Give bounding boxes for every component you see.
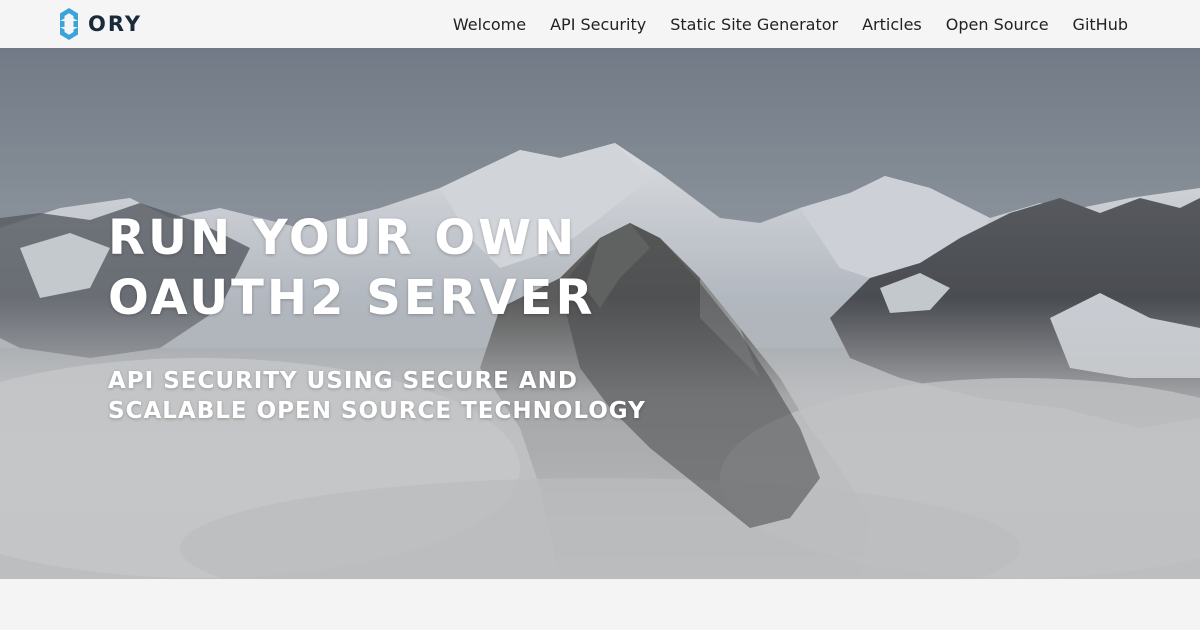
nav-link-articles[interactable]: Articles [862, 15, 922, 34]
top-navbar: ORY Welcome API Security Static Site Gen… [0, 0, 1200, 48]
hero-content: RUN YOUR OWN OAUTH2 SERVER API SECURITY … [108, 208, 646, 426]
hero-title-line-2: OAUTH2 SERVER [108, 270, 596, 326]
hero-banner: RUN YOUR OWN OAUTH2 SERVER API SECURITY … [0, 48, 1200, 579]
main-nav: Welcome API Security Static Site Generat… [429, 0, 1128, 48]
hero-title-line-1: RUN YOUR OWN [108, 210, 578, 266]
ory-logo-icon [60, 8, 78, 40]
logo-wordmark: ORY [88, 12, 143, 36]
hero-subtitle-line-1: API SECURITY USING SECURE AND [108, 368, 579, 394]
nav-link-api-security[interactable]: API Security [550, 15, 646, 34]
nav-link-open-source[interactable]: Open Source [946, 15, 1049, 34]
page-content-area [0, 579, 1200, 630]
hero-subtitle-line-2: SCALABLE OPEN SOURCE TECHNOLOGY [108, 398, 646, 424]
ory-logo[interactable]: ORY [58, 6, 142, 42]
nav-link-welcome[interactable]: Welcome [453, 15, 526, 34]
nav-link-github[interactable]: GitHub [1073, 15, 1128, 34]
hero-subtitle: API SECURITY USING SECURE AND SCALABLE O… [108, 366, 646, 426]
nav-link-static-site-generator[interactable]: Static Site Generator [670, 15, 838, 34]
hero-title: RUN YOUR OWN OAUTH2 SERVER [108, 208, 646, 328]
